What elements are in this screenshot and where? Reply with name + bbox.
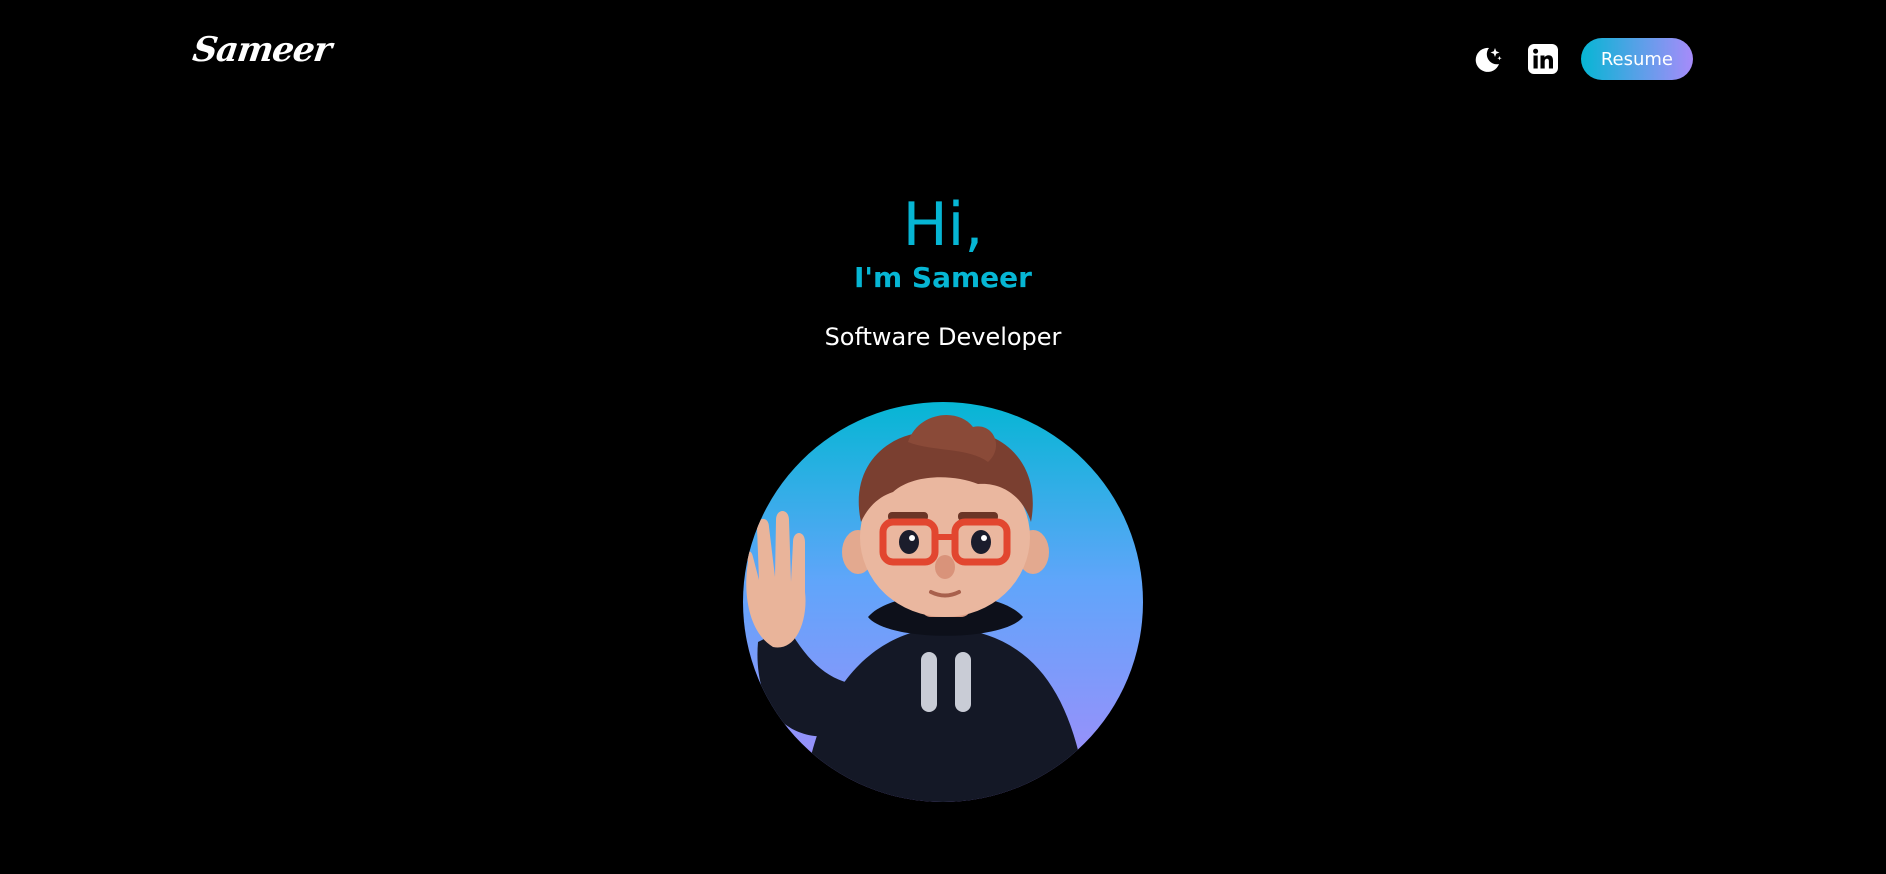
linkedin-icon [1527, 44, 1558, 74]
avatar-character-illustration [746, 415, 1088, 802]
logo[interactable]: Sameer [190, 30, 333, 70]
hero-name: I'm Sameer [854, 261, 1032, 294]
linkedin-button[interactable] [1525, 41, 1561, 77]
hero-role: Software Developer [824, 323, 1062, 351]
theme-toggle-button[interactable] [1469, 41, 1505, 77]
hero-greeting: Hi, [902, 190, 984, 260]
hero-section: Hi, I'm Sameer Software Developer [0, 190, 1886, 352]
nav-actions: Resume [1469, 38, 1693, 80]
navbar: Sameer Resume [0, 0, 1886, 120]
moon-stars-icon [1475, 47, 1502, 72]
avatar [743, 402, 1143, 802]
resume-button[interactable]: Resume [1580, 38, 1693, 80]
portfolio-page: Sameer Resume Hi, I'm Sameer Software De… [0, 0, 1886, 874]
